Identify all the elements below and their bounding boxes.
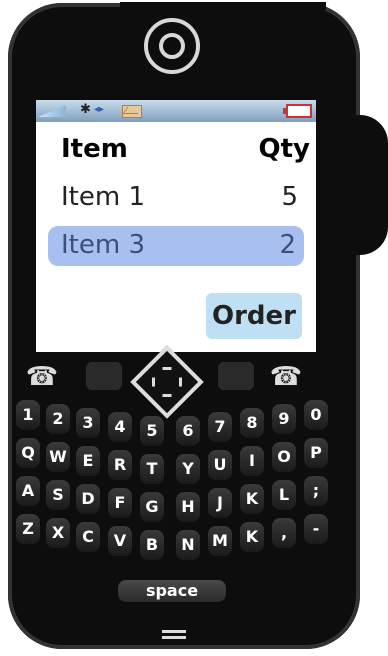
key-,[interactable]: , — [272, 518, 296, 548]
key-9[interactable]: 9 — [272, 404, 296, 434]
key-V[interactable]: V — [108, 526, 132, 556]
data-transfer-icon: ◂▸ — [94, 104, 105, 115]
signal-icon — [38, 105, 66, 117]
status-bar: ✱ ◂▸ — [36, 100, 316, 122]
keyboard: 1234567890 QWERTYUIOP A S D F G H J K L; ZXCVBNM… — [16, 400, 336, 560]
key-S[interactable]: S — [46, 480, 70, 510]
key-K[interactable]: K — [240, 522, 264, 552]
key-D[interactable]: D — [76, 484, 100, 514]
table-row[interactable]: Item 1 5 — [36, 178, 316, 218]
key-E[interactable]: E — [76, 446, 100, 476]
key-N[interactable]: N — [176, 530, 200, 560]
item-qty: 2 — [279, 230, 296, 260]
keyboard-row: QWERTYUIOP — [16, 438, 336, 484]
keyboard-row: ZXCVBNMK,- — [16, 514, 336, 560]
item-name: Item 1 — [61, 182, 145, 212]
key--[interactable]: - — [304, 514, 328, 544]
key-O[interactable]: O — [272, 442, 296, 472]
table-row-selected[interactable]: Item 3 2 — [48, 226, 304, 266]
camera-icon — [144, 18, 200, 74]
back-key[interactable] — [218, 362, 254, 390]
key-1[interactable]: 1 — [16, 400, 40, 430]
keyboard-row: A S D F G H J K L; — [16, 476, 336, 522]
item-qty: 5 — [281, 182, 298, 212]
key-P[interactable]: P — [304, 438, 328, 468]
key-8[interactable]: 8 — [240, 408, 264, 438]
side-button[interactable] — [352, 115, 388, 255]
screen: ✱ ◂▸ Item Qty Item 1 5 Item 3 2 Order — [36, 100, 316, 352]
key-X[interactable]: X — [46, 518, 70, 548]
end-call-icon[interactable]: ☎ — [264, 362, 308, 392]
phone-top-edge — [120, 2, 326, 10]
key-Z[interactable]: Z — [16, 514, 40, 544]
key-;[interactable]: ; — [304, 476, 328, 506]
menu-icon[interactable] — [162, 628, 186, 640]
key-A[interactable]: A — [16, 476, 40, 506]
keyboard-row: 1234567890 — [16, 400, 336, 446]
key-K[interactable]: K — [240, 484, 264, 514]
key-3[interactable]: 3 — [76, 408, 100, 438]
key-W[interactable]: W — [46, 442, 70, 472]
item-name: Item 3 — [61, 230, 145, 260]
column-header-item: Item — [61, 134, 128, 164]
call-icon[interactable]: ☎ — [20, 362, 64, 392]
key-Q[interactable]: Q — [16, 438, 40, 468]
key-0[interactable]: 0 — [304, 400, 328, 430]
menu-key[interactable] — [86, 362, 122, 390]
bluetooth-icon: ✱ — [80, 102, 91, 117]
order-button[interactable]: Order — [206, 293, 302, 339]
battery-icon — [283, 104, 312, 118]
key-2[interactable]: 2 — [46, 404, 70, 434]
key-I[interactable]: I — [240, 446, 264, 476]
space-key[interactable]: space — [118, 580, 226, 602]
key-C[interactable]: C — [76, 522, 100, 552]
key-M[interactable]: M — [208, 526, 232, 556]
key-L[interactable]: L — [272, 480, 296, 510]
table-header: Item Qty — [36, 134, 316, 170]
key-B[interactable]: B — [140, 530, 164, 560]
column-header-qty: Qty — [258, 134, 310, 164]
mail-icon — [122, 105, 142, 118]
